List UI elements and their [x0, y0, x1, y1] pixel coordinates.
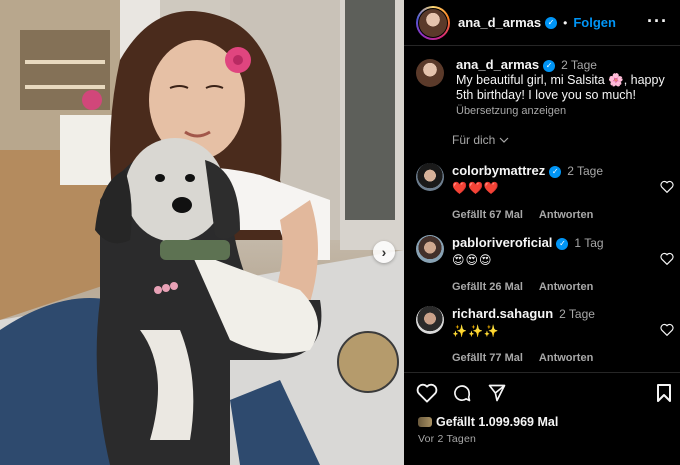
- reply-button[interactable]: Antworten: [539, 280, 593, 295]
- comment-text: 😍😍😍: [452, 253, 493, 267]
- follow-button[interactable]: Folgen: [573, 15, 616, 30]
- comment-likes[interactable]: Gefällt 67 Mal: [452, 208, 523, 223]
- liker-avatar: [418, 417, 432, 427]
- heart-icon[interactable]: [660, 180, 674, 193]
- share-icon[interactable]: [486, 383, 508, 403]
- translate-link[interactable]: Übersetzung anzeigen: [456, 104, 672, 119]
- verified-icon: ✓: [556, 237, 569, 250]
- comment-time: 2 Tage: [567, 164, 604, 178]
- reply-button[interactable]: Antworten: [539, 208, 593, 223]
- verified-icon: ✓: [549, 165, 562, 178]
- comment-item: pabloriveroficial ✓ 1 Tag 😍😍😍 Gefällt 26 M…: [416, 235, 678, 295]
- heart-icon[interactable]: [660, 252, 674, 265]
- photo-illustration: [0, 0, 404, 465]
- avatar[interactable]: [416, 163, 444, 191]
- bookmark-icon[interactable]: [656, 383, 672, 403]
- comment-text: ✨✨✨: [452, 324, 500, 338]
- post-header: ana_d_armas ✓ • Folgen ···: [404, 0, 680, 46]
- like-heart-icon[interactable]: [416, 383, 438, 403]
- caption-text: My beautiful girl, mi Salsita 🌸, happy 5…: [456, 73, 665, 102]
- comment-username[interactable]: colorbymattrez: [452, 163, 545, 178]
- reply-button[interactable]: Antworten: [539, 351, 593, 366]
- avatar[interactable]: [416, 235, 444, 263]
- post-actions: Gefällt 1.099.969 Mal Vor 2 Tagen: [404, 372, 680, 465]
- caption-time: 2 Tage: [561, 58, 597, 72]
- verified-icon: ✓: [545, 16, 558, 29]
- separator-dot: •: [563, 15, 568, 30]
- avatar[interactable]: [416, 59, 444, 87]
- verified-icon: ✓: [543, 59, 556, 72]
- comment-time: 2 Tage: [559, 307, 595, 321]
- post-photo: ›: [0, 0, 404, 465]
- comment-text: ❤️❤️❤️: [452, 181, 500, 195]
- author-username[interactable]: ana_d_armas: [458, 15, 541, 30]
- comment-time: 1 Tag: [574, 236, 604, 250]
- comment-likes[interactable]: Gefällt 26 Mal: [452, 280, 523, 295]
- comment-icon[interactable]: [451, 383, 473, 403]
- comment-likes[interactable]: Gefällt 77 Mal: [452, 351, 523, 366]
- caption-username[interactable]: ana_d_armas: [456, 57, 539, 72]
- heart-icon[interactable]: [660, 323, 674, 336]
- avatar[interactable]: [416, 306, 444, 334]
- comment-username[interactable]: pabloriveroficial: [452, 235, 552, 250]
- post-timestamp: Vor 2 Tagen: [418, 433, 477, 445]
- story-ring[interactable]: [416, 5, 450, 40]
- likes-label: Gefällt 1.099.969 Mal: [436, 415, 559, 429]
- post-caption: ana_d_armas ✓ 2 Tage My beautiful girl, mi…: [416, 57, 672, 119]
- comment-item: colorbymattrez ✓ 2 Tage ❤️❤️❤️ Gefällt 67 …: [416, 163, 678, 223]
- avatar: [419, 8, 447, 37]
- likes-count[interactable]: Gefällt 1.099.969 Mal: [418, 415, 558, 429]
- comment-filter-label: Für dich: [452, 133, 496, 147]
- comment-item: richard.sahagun 2 Tage ✨✨✨ Gefällt 77 Mal…: [416, 306, 678, 366]
- next-photo-button[interactable]: ›: [373, 241, 395, 263]
- chevron-down-icon: [499, 137, 509, 143]
- comment-username[interactable]: richard.sahagun: [452, 306, 553, 321]
- more-icon[interactable]: ···: [647, 12, 668, 30]
- post-side-panel: ana_d_armas ✓ • Folgen ··· ana_d_armas ✓ 2…: [404, 0, 680, 465]
- comment-filter-dropdown[interactable]: Für dich: [452, 133, 509, 147]
